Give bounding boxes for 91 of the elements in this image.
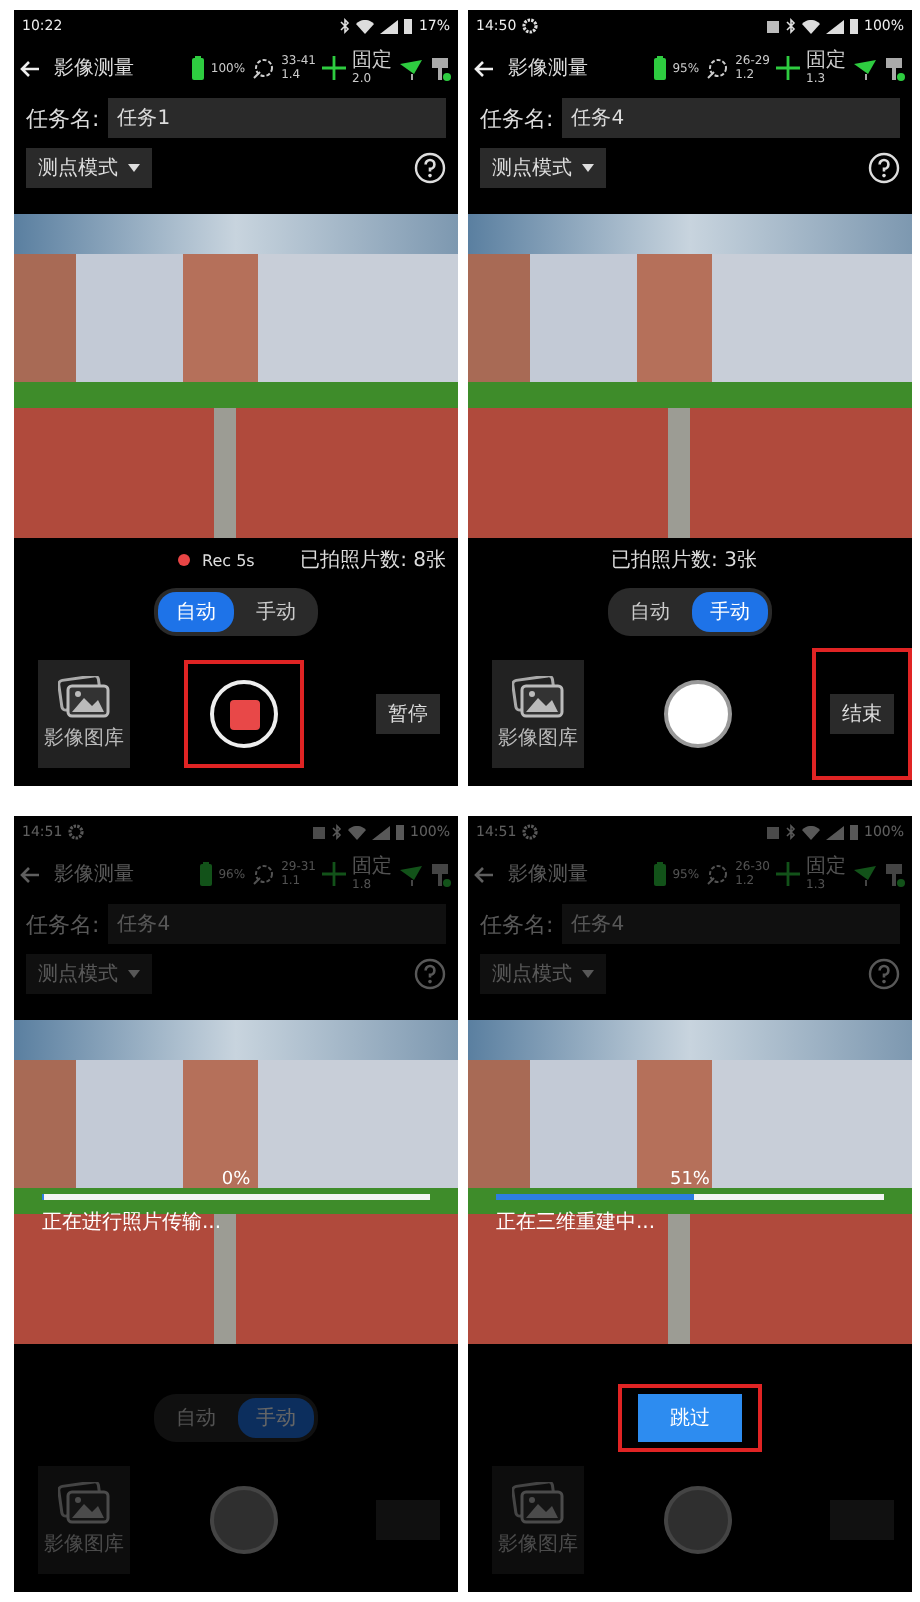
fix-status: 固定 [352,51,392,71]
bluetooth-icon [340,18,351,34]
crosshair-icon [776,56,800,80]
help-icon[interactable] [868,152,900,184]
fix-status: 固定 [806,857,846,877]
gallery-button[interactable]: 影像图库 [492,1466,584,1574]
antenna-icon [852,57,878,79]
antenna-icon [398,57,424,79]
app-title: 影像测量 [508,55,588,82]
battery-icon [200,862,213,886]
back-arrow-icon[interactable] [20,59,40,77]
signal-icon [825,825,844,839]
mode-toggle-option[interactable]: 手动 [238,1398,314,1438]
back-arrow-icon[interactable] [474,59,494,77]
satellite-icon [705,862,730,886]
satellite-icon [251,56,276,80]
satellite-icon [251,862,276,886]
signal-icon [371,825,390,839]
signal-icon [825,19,844,33]
device-icon [430,55,452,81]
gallery-button[interactable]: 影像图库 [38,660,130,768]
antenna-icon [852,863,878,885]
device-icon [884,55,906,81]
app-title: 影像测量 [54,55,134,82]
photo-count: 已拍照片数: 3张 [611,547,757,574]
task-name-field[interactable]: 任务4 [561,98,900,138]
task-name-label: 任务名: [26,103,100,133]
progress-message: 正在三维重建中... [496,1209,658,1236]
shutter-button[interactable] [664,680,732,748]
fix-status: 固定 [352,857,392,877]
battery-icon [654,56,667,80]
battery-icon [849,18,858,34]
progress-percent: 51% [669,1169,710,1190]
battery-icon [849,824,858,840]
gallery-button[interactable]: 影像图库 [38,1466,130,1574]
bluetooth-icon [331,824,342,840]
mode-toggle-option[interactable]: 手动 [692,592,768,632]
task-name-label: 任务名: [480,909,554,939]
wifi-icon [356,19,375,33]
recording-dot-icon [178,554,190,566]
signal-icon [380,19,399,33]
device-icon [430,861,452,887]
mode-toggle-option[interactable]: 手动 [238,592,314,632]
mode-dropdown[interactable]: 测点模式 [26,148,152,188]
device-icon [884,861,906,887]
side-button[interactable]: 结束 [830,694,894,734]
photo-count: 已拍照片数: 8张 [300,547,446,574]
mode-toggle-option[interactable]: 自动 [612,592,688,632]
caret-icon [128,164,140,172]
crosshair-icon [776,862,800,886]
bluetooth-icon [785,824,796,840]
recording-time: Rec 5s [202,551,255,569]
app-title: 影像测量 [54,861,134,888]
caret-icon [128,970,140,978]
mode-dropdown[interactable]: 测点模式 [26,954,152,994]
caret-icon [582,164,594,172]
task-name-field[interactable]: 任务1 [107,98,446,138]
caret-icon [582,970,594,978]
battery-icon [192,56,205,80]
crosshair-icon [322,862,346,886]
task-name-label: 任务名: [480,103,554,133]
task-name-label: 任务名: [26,909,100,939]
task-name-field[interactable]: 任务4 [561,904,900,944]
progress-message: 正在进行照片传输... [42,1209,224,1236]
mode-dropdown[interactable]: 测点模式 [480,954,606,994]
progress-percent: 0% [221,1169,251,1190]
battery-icon [654,862,667,886]
photos-icon [512,1482,564,1526]
wifi-icon [347,825,366,839]
crosshair-icon [322,56,346,80]
stop-record-button[interactable] [210,680,278,748]
help-icon[interactable] [414,152,446,184]
battery-icon [404,18,413,34]
bluetooth-icon [785,18,796,34]
gallery-button[interactable]: 影像图库 [492,660,584,768]
fix-status: 固定 [806,51,846,71]
battery-icon [395,824,404,840]
wifi-icon [801,19,820,33]
photos-icon [512,676,564,720]
wifi-icon [801,825,820,839]
mode-toggle-option[interactable]: 自动 [158,592,234,632]
mode-dropdown[interactable]: 测点模式 [480,148,606,188]
task-name-field[interactable]: 任务4 [107,904,446,944]
photos-icon [58,676,110,720]
satellite-icon [705,56,730,80]
side-button[interactable]: 暂停 [376,694,440,734]
app-title: 影像测量 [508,861,588,888]
antenna-icon [398,863,424,885]
skip-button[interactable]: 跳过 [638,1394,742,1442]
mode-toggle-option[interactable]: 自动 [158,1398,234,1438]
photos-icon [58,1482,110,1526]
